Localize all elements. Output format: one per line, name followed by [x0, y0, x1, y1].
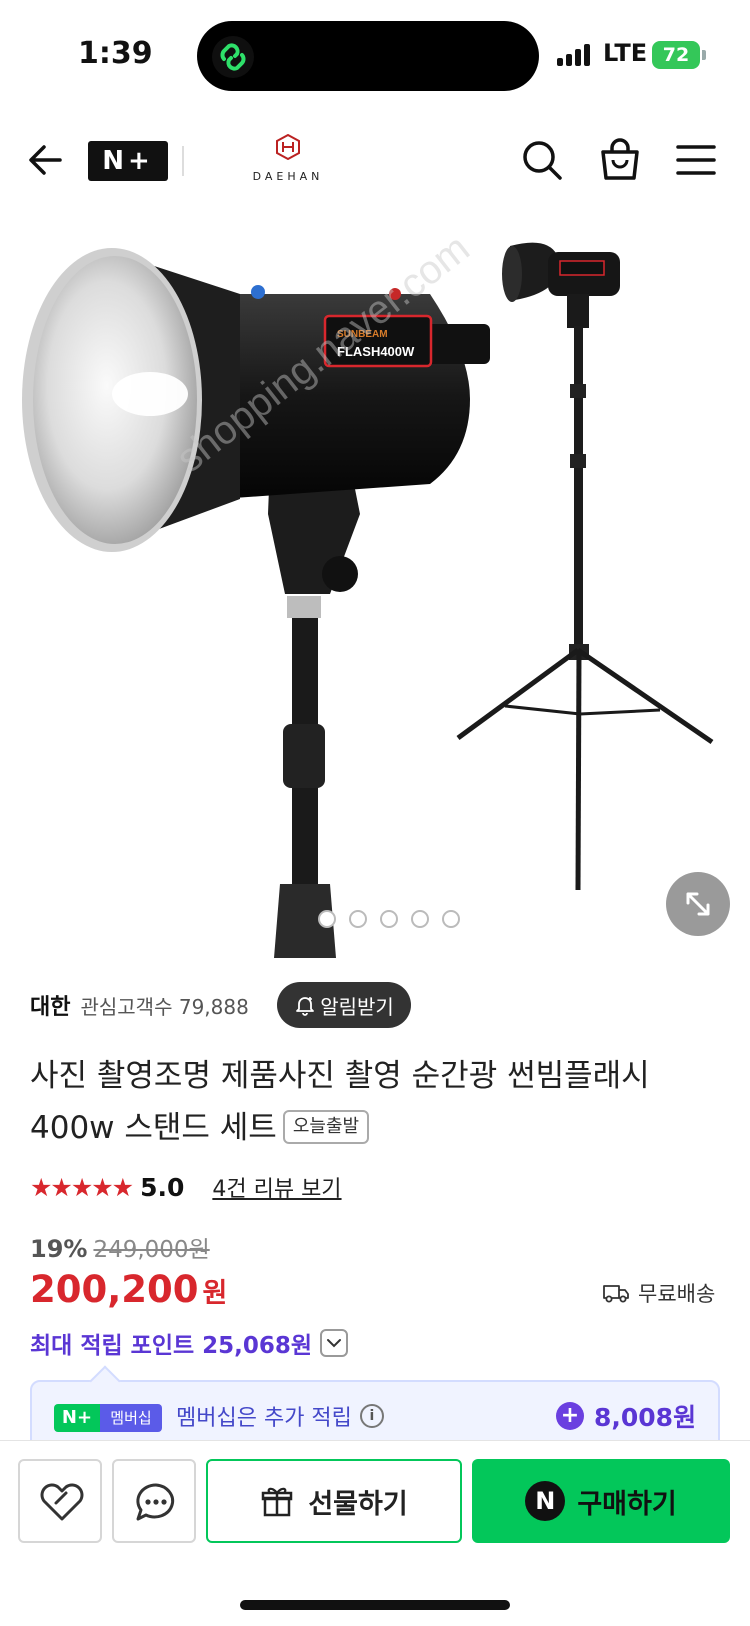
- extra-points: + 8,008원: [556, 1398, 696, 1434]
- dynamic-island: [197, 21, 539, 91]
- back-arrow-icon[interactable]: [24, 138, 68, 182]
- product-title: 사진 촬영조명 제품사진 촬영 순간광 썬빔플래시 400w 스탠드 세트 오늘출…: [30, 1050, 720, 1154]
- gift-icon: [262, 1487, 293, 1517]
- alarm-label: 알림받기: [320, 994, 394, 1019]
- naver-pay-n-icon: N: [525, 1481, 566, 1521]
- price-row: 200,200 원: [30, 1268, 227, 1311]
- membership-text-label: 멤버십은 추가 적립: [176, 1406, 352, 1431]
- battery-tip: [702, 50, 706, 60]
- network-label: LTE: [603, 39, 648, 67]
- fan-count: 관심고객수 79,888: [80, 994, 249, 1019]
- app-link-icon: [212, 36, 254, 78]
- same-day-shipping-badge: 오늘출발: [282, 1109, 370, 1144]
- naver-plus-logo[interactable]: N+: [88, 141, 168, 181]
- expand-image-button[interactable]: [666, 872, 730, 936]
- talk-button[interactable]: [112, 1459, 196, 1543]
- rating-score: 5.0: [140, 1172, 185, 1202]
- buy-label: 구매하기: [577, 1488, 677, 1520]
- seller-name[interactable]: 대한: [30, 989, 70, 1021]
- info-icon[interactable]: i: [359, 1404, 384, 1428]
- membership-badge-n: N+: [54, 1404, 100, 1432]
- plus-circle-icon: +: [556, 1402, 584, 1430]
- brand-logo[interactable]: DAEHAN: [246, 130, 330, 194]
- points-expand-toggle[interactable]: [320, 1329, 349, 1357]
- rating-row: ★★★★★ 5.0 4건 리뷰 보기: [30, 1170, 342, 1204]
- status-bar: 1:39 LTE 72: [0, 0, 750, 110]
- membership-badge: N+ 멤버십: [54, 1404, 162, 1432]
- wishlist-button[interactable]: [18, 1459, 102, 1543]
- home-indicator[interactable]: [240, 1600, 510, 1610]
- original-price: 249,000원: [93, 1237, 210, 1263]
- alarm-subscribe-button[interactable]: 알림받기: [277, 982, 411, 1028]
- bottom-action-bar: 선물하기 N 구매하기: [0, 1440, 750, 1626]
- shopping-bag-icon[interactable]: [596, 136, 644, 184]
- membership-badge-label: 멤버십: [100, 1404, 162, 1432]
- rating-stars: ★★★★★: [30, 1172, 134, 1202]
- truck-icon: [603, 1285, 629, 1303]
- brand-emblem-icon: [276, 133, 300, 161]
- nav-divider: [182, 146, 184, 176]
- price-unit: 원: [202, 1278, 228, 1309]
- extra-points-value: 8,008원: [594, 1403, 697, 1432]
- brand-name: DAEHAN: [252, 170, 324, 183]
- max-points-label: 최대 적립 포인트 25,068원: [30, 1333, 313, 1359]
- carousel-pagination[interactable]: [318, 910, 460, 930]
- bell-plus-icon: [296, 997, 315, 1016]
- menu-icon[interactable]: [672, 136, 720, 184]
- status-time: 1:39: [78, 36, 153, 71]
- signal-icon: [557, 44, 593, 66]
- gift-label: 선물하기: [308, 1488, 408, 1520]
- shipping-label: 무료배송: [638, 1282, 716, 1306]
- seller-row: 대한 관심고객수 79,888: [30, 982, 249, 1028]
- shipping-info: 무료배송: [602, 1278, 715, 1308]
- heart-icon: [40, 1483, 84, 1521]
- membership-text: 멤버십은 추가 적립 i: [176, 1400, 384, 1432]
- carousel-dot[interactable]: [411, 910, 429, 928]
- top-navigation: N+ DAEHAN: [0, 120, 750, 202]
- buy-button[interactable]: N 구매하기: [472, 1459, 730, 1543]
- review-link[interactable]: 4건 리뷰 보기: [212, 1171, 341, 1203]
- discount-rate: 19%: [30, 1235, 88, 1263]
- chevron-down-icon: [327, 1339, 342, 1348]
- carousel-dot[interactable]: [318, 910, 336, 928]
- carousel-dot[interactable]: [380, 910, 398, 928]
- points-row[interactable]: 최대 적립 포인트 25,068원: [30, 1326, 349, 1360]
- product-photo: SUNBEAM FLASH400W shopping.naver.com: [22, 226, 714, 958]
- gift-button[interactable]: 선물하기: [206, 1459, 462, 1543]
- discount-row: 19% 249,000원: [30, 1230, 210, 1264]
- battery-icon: 72: [652, 41, 700, 69]
- product-image-carousel[interactable]: SUNBEAM FLASH400W shopping.naver.com: [0, 214, 750, 958]
- sale-price: 200,200: [30, 1268, 199, 1311]
- search-icon[interactable]: [518, 136, 566, 184]
- chat-bubble-icon: [136, 1483, 175, 1521]
- expand-icon: [686, 892, 710, 916]
- carousel-dot[interactable]: [349, 910, 367, 928]
- carousel-dot[interactable]: [442, 910, 460, 928]
